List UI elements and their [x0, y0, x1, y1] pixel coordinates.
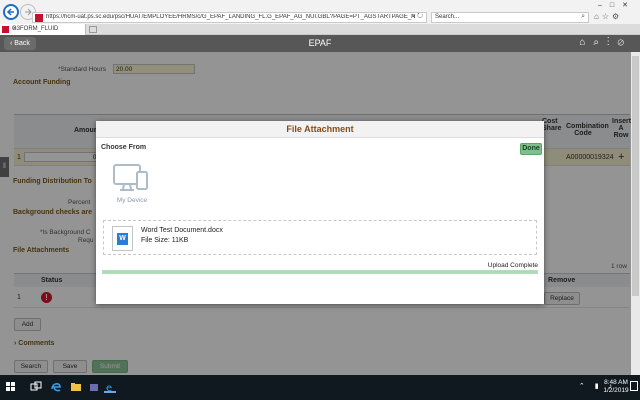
file-size: File Size: 11KB — [141, 237, 189, 244]
header-actions: ⌂⌕⋮⊘ — [579, 37, 632, 48]
tab-favicon-icon — [2, 26, 9, 33]
notifications-icon[interactable] — [630, 381, 638, 391]
arrow-left-icon — [6, 8, 14, 16]
site-favicon-icon — [35, 14, 43, 22]
app-header: ‹ Back EPAF ⌂⌕⋮⊘ — [0, 35, 640, 52]
modal-title: File Attachment — [286, 124, 354, 134]
new-tab-button[interactable] — [89, 26, 97, 33]
navbar-icon[interactable]: ⊘ — [617, 37, 632, 48]
svg-text:e: e — [106, 383, 112, 393]
taskbar: e ⌃ ▮ ♪ 8:48 AM 1/2/2019 — [0, 375, 640, 400]
browser-search-input[interactable]: Search... ⌕ — [431, 12, 589, 23]
refresh-icon[interactable]: ⌕ ↻ — [411, 13, 423, 21]
home-icon[interactable]: ⌂ — [579, 37, 593, 48]
modal-header: File Attachment — [96, 121, 544, 138]
browser-toolbar: https://hcm-uat.ps.sc.edu/psc/HUAT/EMPLO… — [0, 0, 640, 24]
store-icon[interactable] — [88, 381, 100, 393]
page-title: EPAF — [308, 38, 332, 48]
menu-icon[interactable]: ⋮ — [607, 37, 618, 48]
file-explorer-icon[interactable] — [70, 381, 82, 393]
search-placeholder: Search... — [435, 14, 460, 20]
windows-start-icon[interactable] — [6, 382, 16, 392]
file-name: Word Test Document.docx — [141, 227, 223, 234]
url-text: https://hcm-uat.ps.sc.edu/psc/HUAT/EMPLO… — [46, 14, 416, 20]
uploaded-file-card: W Word Test Document.docx File Size: 11K… — [103, 220, 537, 255]
edge-icon[interactable] — [50, 381, 62, 393]
close-tab-icon[interactable]: ✕ — [12, 25, 82, 32]
scrollbar[interactable] — [631, 52, 640, 375]
address-bar[interactable]: https://hcm-uat.ps.sc.edu/psc/HUAT/EMPLO… — [32, 12, 427, 23]
upload-progress-bar — [102, 270, 538, 274]
search-icon[interactable]: ⌕ — [593, 37, 607, 48]
upload-status: Upload Complete — [487, 262, 538, 269]
arrow-right-icon — [25, 8, 32, 16]
tab-g3form[interactable]: G3FORM_FLUID ✕ — [0, 24, 86, 35]
device-icon — [113, 164, 148, 191]
my-device-label: My Device — [116, 197, 148, 204]
upload-progress-fill — [103, 271, 537, 273]
tab-bar: G3FORM_FLUID ✕ — [0, 24, 640, 35]
browser-back-button[interactable] — [3, 4, 19, 20]
task-view-icon[interactable] — [30, 381, 42, 393]
word-document-icon: W — [112, 226, 133, 251]
window-controls[interactable]: –□✕ — [598, 1, 636, 9]
file-attachment-modal: File Attachment Choose From Done My Devi… — [96, 121, 544, 304]
scrollbar-thumb[interactable] — [632, 56, 639, 296]
internet-explorer-icon[interactable]: e — [104, 381, 116, 394]
search-icon[interactable]: ⌕ — [581, 13, 585, 21]
browser-tool-icons[interactable]: ⌂☆⚙ — [594, 12, 622, 21]
choose-from-label: Choose From — [101, 144, 147, 151]
done-button[interactable]: Done — [520, 143, 542, 155]
